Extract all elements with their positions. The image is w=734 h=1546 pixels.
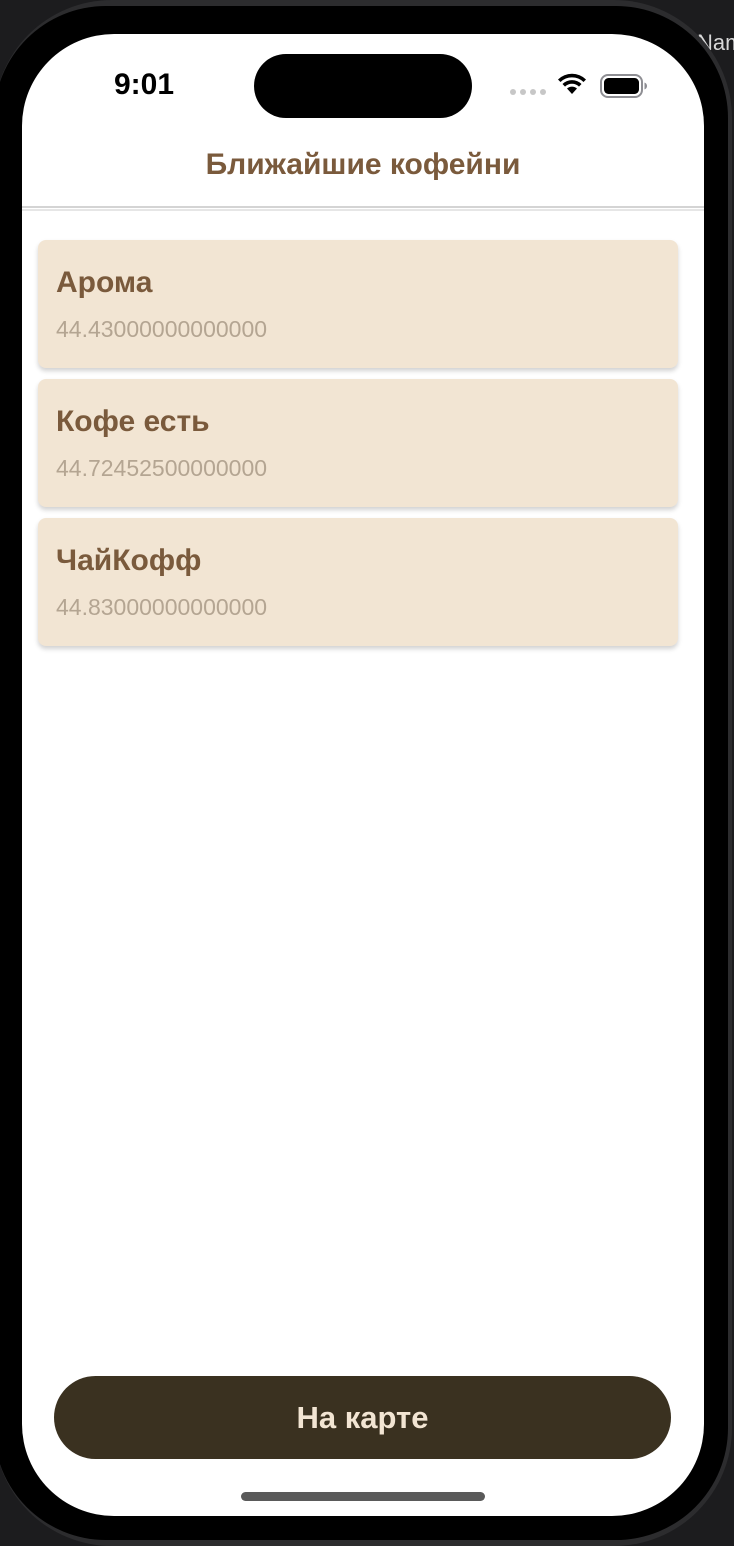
- page-title: Ближайшие кофейни: [205, 148, 521, 181]
- cafe-list: Арома 44.43000000000000 Кофе есть 44.724…: [38, 240, 678, 657]
- cafe-value: 44.43000000000000: [56, 316, 268, 342]
- cafe-name: Арома: [56, 266, 153, 299]
- app-screen: 9:01 Ближайшие кофейни Арома 44.43000000…: [22, 34, 704, 1516]
- cafe-value: 44.83000000000000: [56, 594, 268, 620]
- battery-icon: [600, 74, 647, 98]
- dynamic-island: [254, 54, 472, 118]
- status-bar: 9:01: [22, 34, 704, 134]
- cafe-name: ЧайКофф: [56, 544, 202, 577]
- wifi-icon: [558, 73, 586, 94]
- map-button-label: На карте: [296, 1399, 429, 1435]
- cafe-value: 44.72452500000000: [56, 455, 268, 481]
- map-button[interactable]: На карте: [54, 1376, 671, 1459]
- status-time: 9:01: [114, 68, 175, 101]
- home-indicator: [241, 1492, 485, 1501]
- cafe-name: Кофе есть: [56, 405, 210, 438]
- navigation-bar: Ближайшие кофейни: [22, 134, 704, 211]
- cafe-card[interactable]: Арома 44.43000000000000: [38, 240, 678, 368]
- cellular-signal-icon: [510, 89, 546, 95]
- cafe-card[interactable]: ЧайКофф 44.83000000000000: [38, 518, 678, 646]
- cafe-card[interactable]: Кофе есть 44.72452500000000: [38, 379, 678, 507]
